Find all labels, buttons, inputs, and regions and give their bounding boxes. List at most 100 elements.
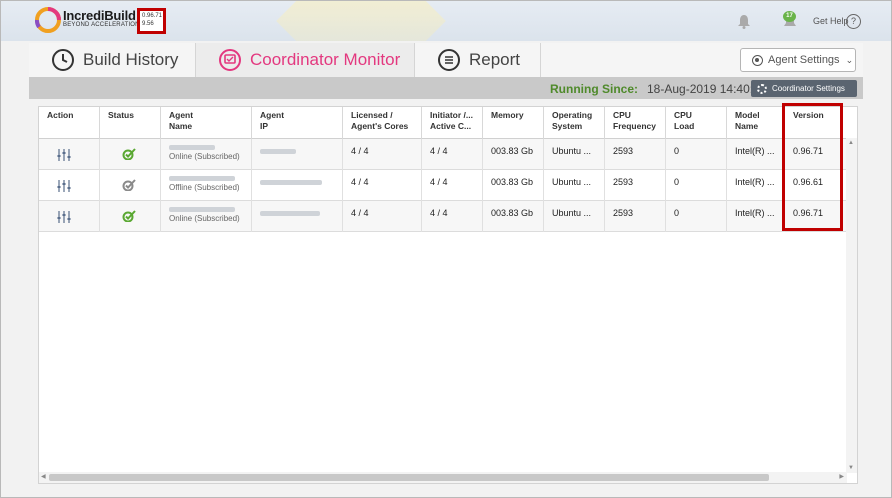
agent-status-text: Online (Subscribed) — [169, 152, 240, 161]
memory-cell: 003.83 Gb — [483, 139, 544, 170]
tab-report[interactable]: Report — [415, 43, 541, 77]
scroll-right-icon[interactable]: ▶ — [839, 473, 844, 480]
scroll-up-icon[interactable]: ▲ — [848, 140, 854, 146]
brand: IncrediBuild BEYOND ACCELERATION — [63, 8, 140, 28]
tab-coordinator-monitor[interactable]: Coordinator Monitor — [196, 43, 415, 77]
status-online-icon — [122, 210, 136, 222]
memory-cell: 003.83 Gb — [483, 201, 544, 232]
running-since-label: Running Since: — [550, 82, 638, 96]
licensed-cell: 4 / 4 — [343, 170, 422, 201]
column-header-agent-name[interactable]: Agent Name — [161, 107, 252, 139]
column-header-cpu-frequency[interactable]: CPU Frequency — [605, 107, 666, 139]
gear-icon — [757, 83, 767, 94]
column-header-initiator[interactable]: Initiator /... Active C... — [422, 107, 483, 139]
column-header-version[interactable]: Version — [785, 107, 847, 139]
status-offline-icon — [122, 179, 136, 191]
cpu-frequency-cell: 2593 — [605, 139, 666, 170]
top-bar: IncrediBuild BEYOND ACCELERATION 0.96.71… — [1, 1, 891, 41]
tab-coordinator-monitor-label: Coordinator Monitor — [250, 50, 401, 69]
model-name-cell: Intel(R) ... — [727, 170, 785, 201]
cpu-frequency-cell: 2593 — [605, 170, 666, 201]
licensed-cell: 4 / 4 — [343, 201, 422, 232]
table-row[interactable]: Online (Subscribed) 4 / 4 4 / 4 003.83 G… — [39, 139, 847, 170]
version-cell: 0.96.71 — [793, 208, 824, 218]
horizontal-scroll-thumb[interactable] — [49, 474, 769, 481]
running-since-bar: Running Since: 18-Aug-2019 14:40:44 Coor… — [29, 77, 863, 99]
table-header: Action Status Agent Name Agent IP Licensed… — [39, 107, 847, 139]
agent-ip-redacted — [260, 180, 322, 185]
column-header-licensed-cores[interactable]: Licensed / Agent's Cores — [343, 107, 422, 139]
get-help-link[interactable]: Get Help — [813, 16, 849, 26]
agent-settings-button[interactable]: Agent Settings ⌄ — [740, 48, 856, 72]
header-version-line-2: 9.56 — [142, 21, 154, 27]
column-header-action[interactable]: Action — [39, 107, 100, 139]
action-cell — [39, 139, 100, 170]
table-row[interactable]: Offline (Subscribed) 4 / 4 4 / 4 003.83 … — [39, 170, 847, 201]
coordinator-settings-label: Coordinator Settings — [772, 84, 845, 93]
scroll-down-icon[interactable]: ▼ — [848, 465, 854, 471]
initiator-cell: 4 / 4 — [422, 201, 483, 232]
table-body: Online (Subscribed) 4 / 4 4 / 4 003.83 G… — [39, 139, 847, 232]
tab-build-history-label: Build History — [83, 50, 179, 69]
status-cell — [100, 139, 161, 170]
sliders-icon[interactable] — [57, 149, 71, 161]
sliders-icon[interactable] — [57, 180, 71, 192]
os-cell: Ubuntu ... — [544, 170, 605, 201]
tab-build-history[interactable]: Build History — [29, 43, 196, 77]
agent-ip-cell — [252, 139, 343, 170]
action-cell — [39, 201, 100, 232]
vertical-scrollbar[interactable]: ▲ ▼ — [846, 138, 857, 473]
agent-status-text: Online (Subscribed) — [169, 214, 240, 223]
bell-icon[interactable] — [737, 14, 751, 29]
table-row[interactable]: Online (Subscribed) 4 / 4 4 / 4 003.83 G… — [39, 201, 847, 232]
list-report-icon — [438, 49, 460, 71]
column-header-memory[interactable]: Memory — [483, 107, 544, 139]
model-name-cell: Intel(R) ... — [727, 201, 785, 232]
agent-name-redacted — [169, 145, 215, 150]
monitor-icon — [219, 49, 241, 71]
header-version-line-1: 0.96.71 — [142, 13, 163, 19]
decorative-swoosh — [276, 1, 446, 41]
agent-name-redacted — [169, 176, 235, 181]
column-header-model-name[interactable]: Model Name — [727, 107, 785, 139]
status-cell — [100, 201, 161, 232]
notification-badge: 17 — [783, 11, 796, 22]
initiator-cell: 4 / 4 — [422, 170, 483, 201]
cpu-load-cell: 0 — [666, 139, 727, 170]
agent-name-redacted — [169, 207, 235, 212]
model-name-cell: Intel(R) ... — [727, 139, 785, 170]
column-header-operating-system[interactable]: Operating System — [544, 107, 605, 139]
help-icon[interactable]: ? — [846, 14, 861, 29]
column-header-agent-ip[interactable]: Agent IP — [252, 107, 343, 139]
agent-name-cell: Online (Subscribed) — [161, 201, 252, 232]
sliders-icon[interactable] — [57, 211, 71, 223]
main-tabs: Build History Coordinator Monitor Report — [29, 43, 863, 77]
os-cell: Ubuntu ... — [544, 201, 605, 232]
chevron-down-icon: ⌄ — [845, 54, 854, 65]
scroll-left-icon[interactable]: ◀ — [41, 473, 46, 480]
memory-cell: 003.83 Gb — [483, 170, 544, 201]
running-since-value: 18-Aug-2019 14:40:44 — [647, 82, 767, 96]
clock-history-icon — [52, 49, 74, 71]
agent-ip-cell — [252, 201, 343, 232]
cpu-load-cell: 0 — [666, 201, 727, 232]
os-cell: Ubuntu ... — [544, 139, 605, 170]
initiator-cell: 4 / 4 — [422, 139, 483, 170]
column-header-cpu-load[interactable]: CPU Load — [666, 107, 727, 139]
agent-settings-label: Agent Settings — [768, 54, 840, 66]
version-cell: 0.96.61 — [793, 177, 824, 187]
agent-name-cell: Offline (Subscribed) — [161, 170, 252, 201]
cpu-load-cell: 0 — [666, 170, 727, 201]
status-cell — [100, 170, 161, 201]
agent-name-cell: Online (Subscribed) — [161, 139, 252, 170]
horizontal-scrollbar[interactable]: ◀ ▶ — [39, 472, 847, 483]
licensed-cell: 4 / 4 — [343, 139, 422, 170]
header-version-box: 0.96.71 9.56 — [137, 8, 166, 34]
version-cell: 0.96.71 — [793, 146, 824, 156]
brand-name: IncrediBuild — [63, 8, 136, 23]
agent-ip-cell — [252, 170, 343, 201]
coordinator-settings-button[interactable]: Coordinator Settings — [751, 80, 857, 97]
brand-tagline: BEYOND ACCELERATION — [63, 22, 140, 28]
cpu-frequency-cell: 2593 — [605, 201, 666, 232]
column-header-status[interactable]: Status — [100, 107, 161, 139]
